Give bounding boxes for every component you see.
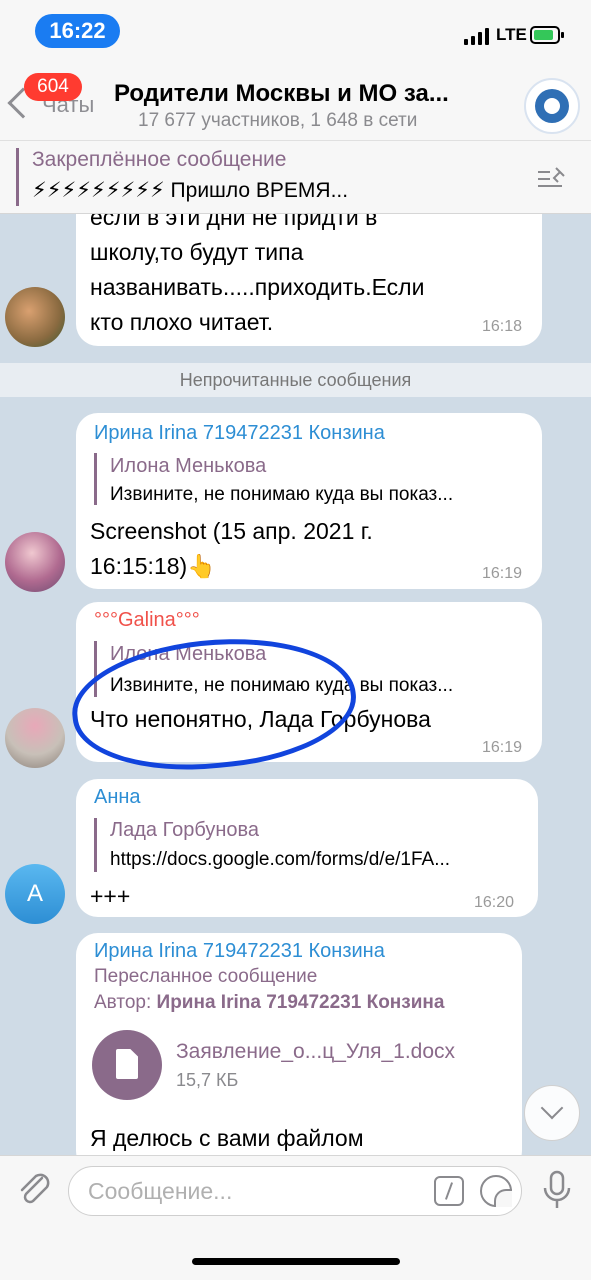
message-time: 16:20 xyxy=(474,894,515,911)
reply-sender[interactable]: Илона Менькова xyxy=(110,455,266,478)
sender-avatar[interactable] xyxy=(5,287,65,347)
sender-avatar[interactable] xyxy=(5,532,65,592)
battery-icon xyxy=(530,26,564,44)
microphone-icon[interactable] xyxy=(540,1170,574,1212)
file-name[interactable]: Заявление_о...ц_Уля_1.docx xyxy=(176,1040,455,1064)
sender-avatar-letter[interactable]: А xyxy=(5,864,65,924)
scroll-down-button[interactable] xyxy=(524,1085,580,1141)
pinned-accent-bar xyxy=(16,148,19,206)
reply-accent-bar xyxy=(94,453,97,505)
unread-badge: 604 xyxy=(24,73,82,101)
signal-icon xyxy=(464,27,489,45)
message-text: если в эти дни не придти в школу,то буду… xyxy=(90,204,425,335)
chat-subtitle[interactable]: 17 677 участников, 1 648 в сети xyxy=(138,110,417,132)
message-sender[interactable]: Анна xyxy=(94,786,141,809)
pinned-preview: ⚡⚡⚡⚡⚡⚡⚡⚡⚡ Пришло ВРЕМЯ... xyxy=(32,179,349,202)
message-text: +++ xyxy=(90,883,131,909)
message-bubble[interactable] xyxy=(76,779,538,917)
message-text: Я делюсь с вами файлом xyxy=(90,1125,364,1151)
message-text: Screenshot (15 апр. 2021 г. 16:15:18)👆 xyxy=(90,518,373,579)
group-avatar[interactable] xyxy=(524,78,580,134)
message-time: 16:19 xyxy=(482,565,523,582)
sender-avatar[interactable] xyxy=(5,708,65,768)
chat-title[interactable]: Родители Москвы и МО за... xyxy=(114,80,484,108)
reply-sender[interactable]: Лада Горбунова xyxy=(110,819,259,842)
unread-divider: Непрочитанные сообщения xyxy=(0,363,591,397)
message-time: 16:18 xyxy=(482,318,523,335)
sticker-icon[interactable] xyxy=(480,1175,512,1207)
forwarded-label: Пересланное сообщение xyxy=(94,966,318,987)
home-indicator xyxy=(192,1258,400,1265)
message-input-placeholder: Сообщение... xyxy=(88,1178,233,1204)
document-icon[interactable] xyxy=(92,1030,162,1100)
message-sender[interactable]: Ирина Irina 719472231 Конзина xyxy=(94,940,385,963)
message-sender[interactable]: °°°Galina°°° xyxy=(94,609,200,632)
file-size: 15,7 КБ xyxy=(176,1070,239,1090)
forwarded-author[interactable]: Автор: Ирина Irina 719472231 Конзина xyxy=(94,992,444,1014)
group-logo-icon xyxy=(535,89,569,123)
pinned-list-icon[interactable] xyxy=(536,166,568,192)
reply-text[interactable]: https://docs.google.com/forms/d/e/1FA... xyxy=(110,849,524,871)
status-time: 16:22 xyxy=(35,14,120,48)
message-time: 16:19 xyxy=(482,739,523,756)
attach-icon[interactable] xyxy=(16,1170,52,1210)
pinned-title: Закреплённое сообщение xyxy=(32,148,287,171)
network-type: LTE xyxy=(496,25,527,44)
reply-text[interactable]: Извините, не понимаю куда вы показ... xyxy=(110,484,526,506)
reply-accent-bar xyxy=(94,818,97,872)
bot-commands-icon[interactable] xyxy=(434,1176,464,1206)
message-sender[interactable]: Ирина Irina 719472231 Конзина xyxy=(94,422,385,445)
